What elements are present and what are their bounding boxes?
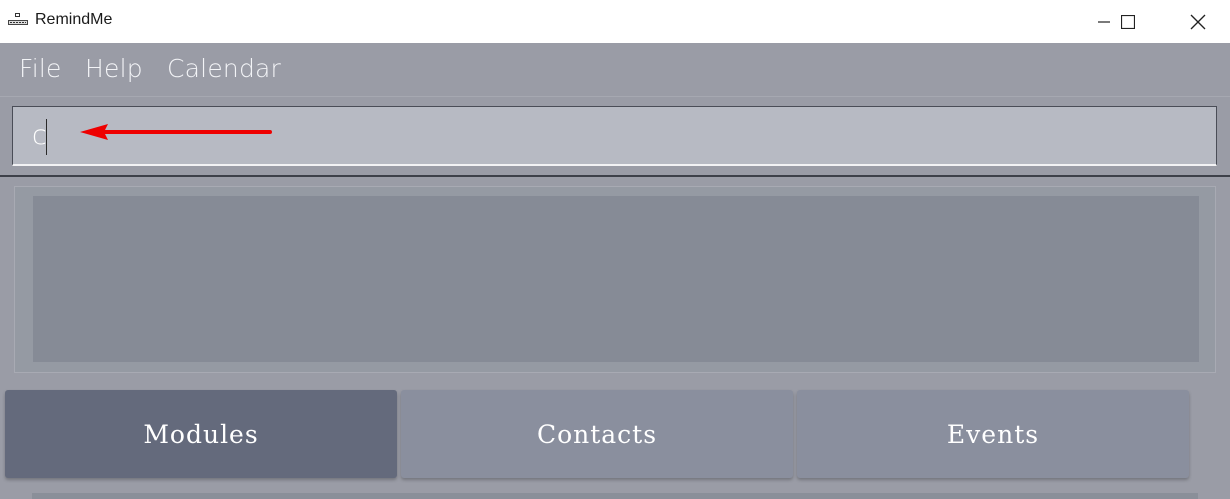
menu-file[interactable]: File xyxy=(19,54,62,83)
maximize-button[interactable] xyxy=(1105,0,1151,43)
tab-content-edge xyxy=(32,493,1198,499)
menu-help[interactable]: Help xyxy=(85,54,143,83)
close-button[interactable] xyxy=(1175,0,1221,43)
menu-bar: File Help Calendar xyxy=(0,43,1230,96)
tab-events[interactable]: Events xyxy=(797,390,1189,478)
close-icon xyxy=(1190,14,1206,29)
divider xyxy=(0,175,1230,177)
maximize-icon xyxy=(1121,14,1135,29)
text-caret xyxy=(46,119,47,155)
menu-calendar[interactable]: Calendar xyxy=(167,54,281,83)
red-arrow-annotation xyxy=(80,124,272,140)
tab-contacts[interactable]: Contacts xyxy=(401,390,793,478)
window-title: RemindMe xyxy=(35,11,113,28)
result-display xyxy=(33,196,1199,362)
result-display-frame xyxy=(14,186,1216,373)
command-input-value: c xyxy=(32,120,47,151)
tab-modules[interactable]: Modules xyxy=(5,390,397,478)
remindme-app-icon xyxy=(7,12,29,30)
title-bar: RemindMe xyxy=(0,0,1230,43)
tab-bar: Modules Contacts Events xyxy=(0,382,1230,499)
